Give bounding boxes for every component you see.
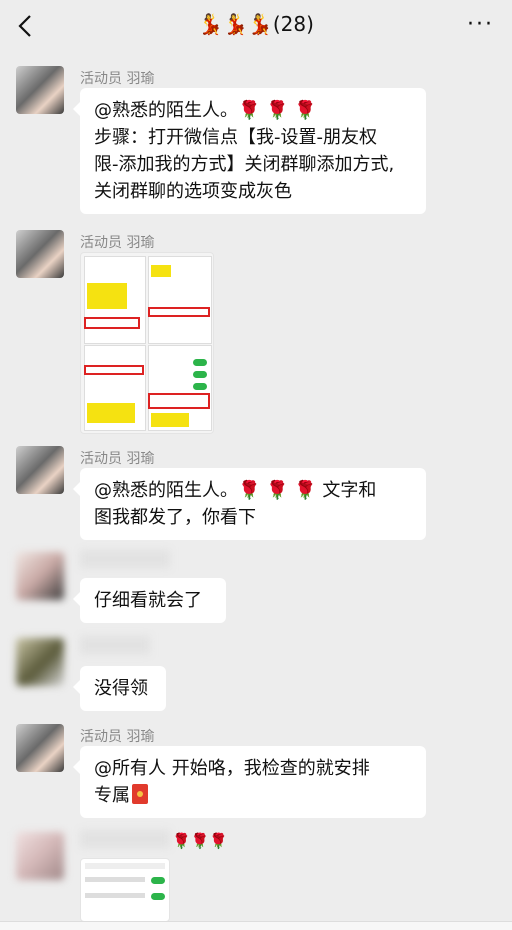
message-line: @熟悉的陌生人。🌹 🌹 🌹 — [94, 100, 317, 121]
rose-reaction: 🌹🌹🌹 — [172, 832, 229, 850]
message-bubble[interactable]: @所有人 开始咯，我检查的就安排 专属 — [73, 746, 426, 818]
red-packet-icon — [132, 784, 148, 804]
avatar[interactable] — [16, 446, 64, 494]
message-line: 关闭群聊的选项变成灰色 — [94, 181, 292, 202]
toggle-switch — [193, 359, 207, 366]
avatar[interactable] — [16, 230, 64, 278]
message-line: 步骤：打开微信点【我-设置-朋友权 — [94, 127, 377, 148]
highlight — [87, 283, 127, 309]
toggle-switch — [193, 371, 207, 378]
toggle-switch — [193, 383, 207, 390]
message-bubble[interactable]: 仔细看就会了 — [73, 578, 226, 623]
toggle-switch — [151, 893, 165, 900]
highlight-box — [148, 307, 210, 317]
blurred-name — [80, 830, 170, 848]
avatar[interactable] — [16, 552, 64, 600]
message-line: 图我都发了，你看下 — [94, 507, 256, 528]
group-title: 💃💃💃(28) — [198, 12, 314, 36]
sender-name: 活动员 羽瑜 — [80, 451, 155, 467]
mini-header — [85, 863, 165, 869]
avatar[interactable] — [16, 724, 64, 772]
message-text: 专属 — [94, 785, 130, 806]
mini-row — [85, 877, 145, 882]
sender-name: 活动员 羽瑜 — [80, 729, 155, 745]
message-line: @所有人 开始咯，我检查的就安排 — [94, 758, 370, 779]
avatar[interactable] — [16, 66, 64, 114]
mini-row — [85, 893, 145, 898]
highlight-box — [84, 317, 140, 329]
blurred-name — [80, 636, 150, 654]
message-line: 没得领 — [94, 678, 148, 699]
avatar[interactable] — [16, 638, 64, 686]
ellipsis-icon[interactable]: ··· — [467, 12, 494, 37]
highlight — [151, 413, 189, 427]
sender-name: 活动员 羽瑜 — [80, 235, 155, 251]
screenshot-instructions-image[interactable] — [80, 252, 214, 434]
message-line: 专属 — [94, 782, 412, 809]
chat-header: 💃💃💃(28) ··· — [0, 0, 512, 52]
message-bubble[interactable]: 没得领 — [73, 666, 166, 711]
message-bubble[interactable]: @熟悉的陌生人。🌹 🌹 🌹 文字和 图我都发了，你看下 — [73, 468, 426, 540]
message-line: @熟悉的陌生人。🌹 🌹 🌹 文字和 — [94, 480, 377, 501]
avatar[interactable] — [16, 832, 64, 880]
sender-name: 活动员 羽瑜 — [80, 71, 155, 87]
highlight-box — [84, 365, 144, 375]
highlight-box — [148, 393, 210, 409]
toggle-switch — [151, 877, 165, 884]
message-line: 仔细看就会了 — [94, 590, 202, 611]
message-line: 限-添加我的方式】关闭群聊添加方式, — [94, 154, 395, 175]
highlight — [151, 265, 171, 277]
highlight — [87, 403, 135, 423]
blurred-name — [80, 550, 170, 568]
settings-screenshot-image[interactable] — [80, 858, 170, 922]
message-bubble[interactable]: @熟悉的陌生人。🌹 🌹 🌹 步骤：打开微信点【我-设置-朋友权 限-添加我的方式… — [73, 88, 426, 214]
